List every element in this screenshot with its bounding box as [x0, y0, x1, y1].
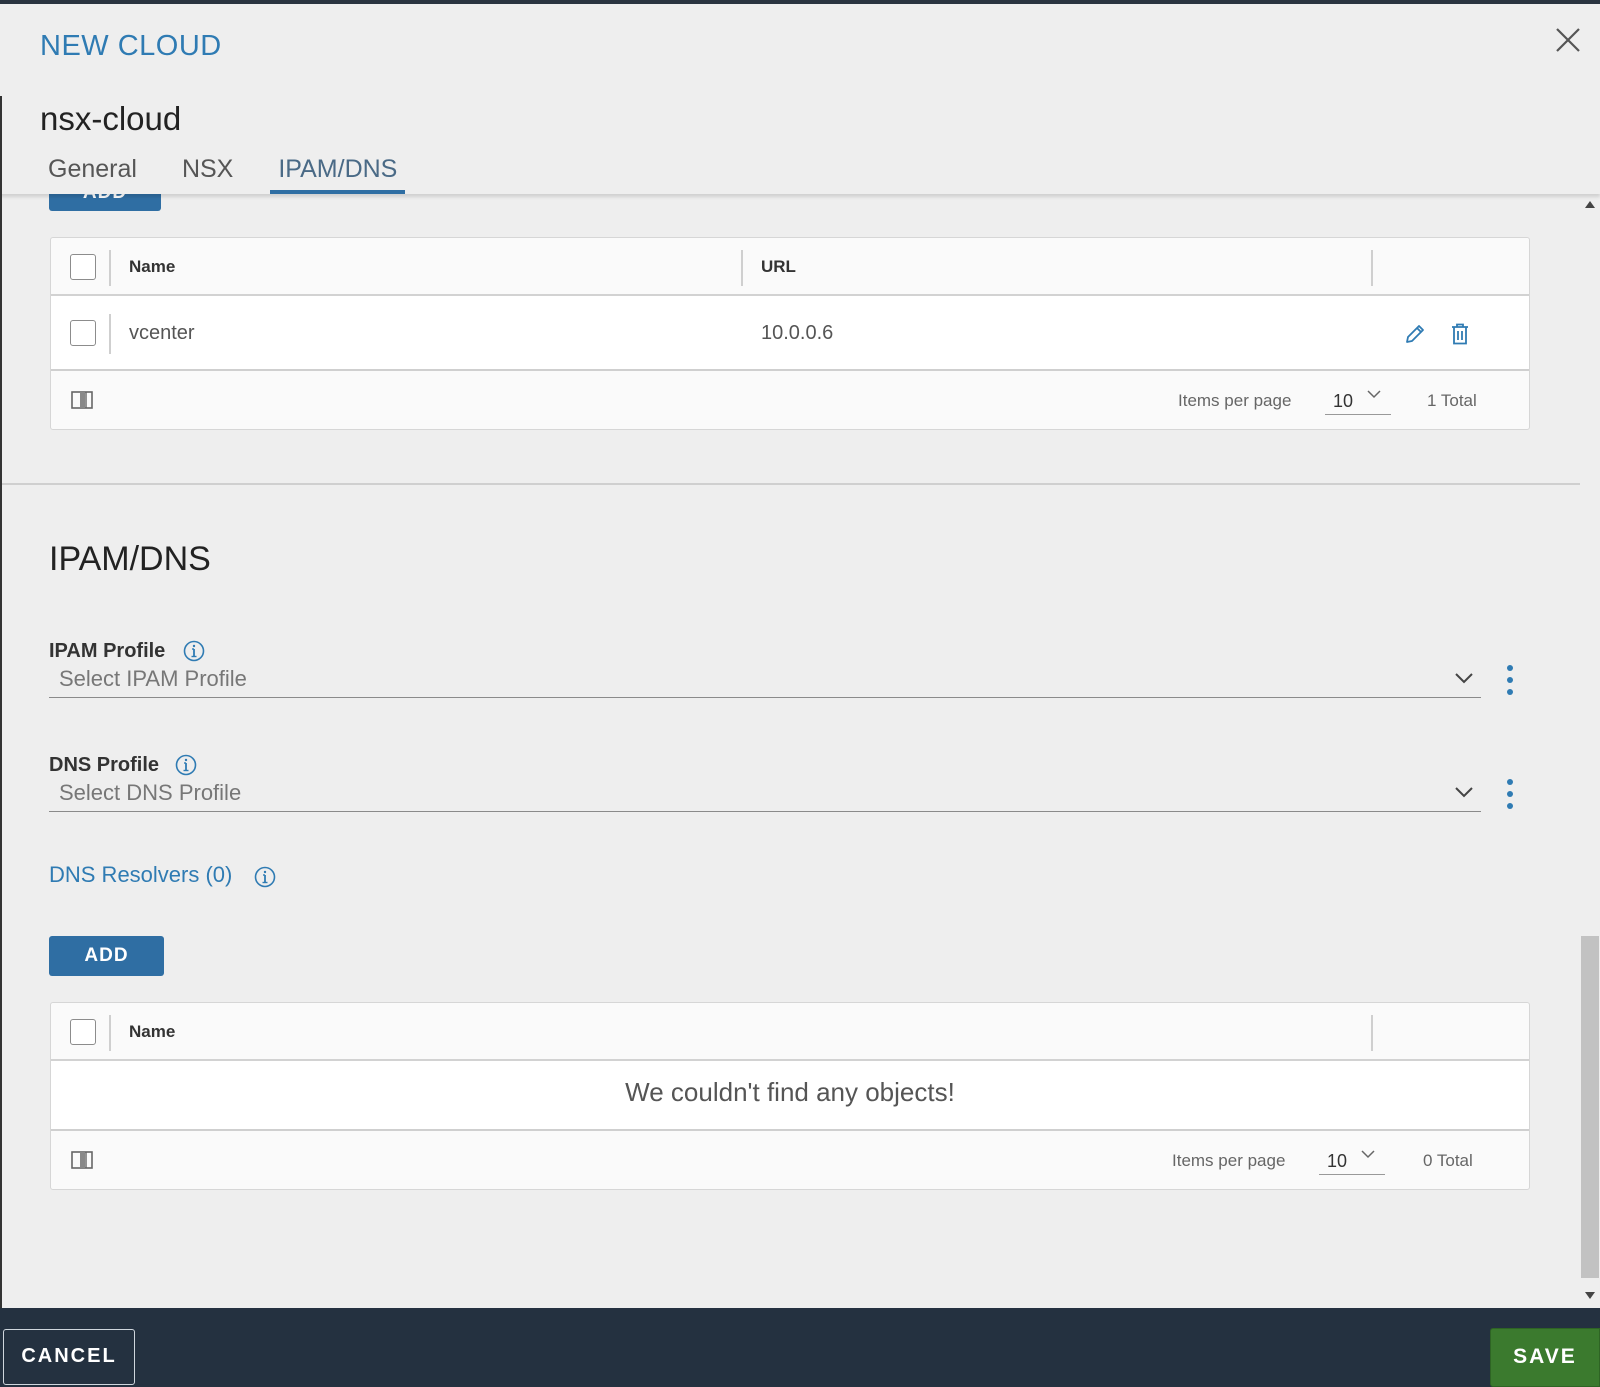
modal-header: NEW CLOUD nsx-cloud General NSX IPAM/DNS: [0, 4, 1600, 194]
ipam-profile-placeholder: Select IPAM Profile: [59, 666, 247, 691]
tab-general[interactable]: General: [40, 154, 145, 194]
chevron-down-icon: [1367, 390, 1381, 399]
row-url: 10.0.0.6: [761, 322, 834, 344]
chevron-down-icon: [1455, 787, 1473, 798]
select-all-checkbox[interactable]: [70, 1019, 96, 1045]
grid-header: Name: [51, 1003, 1529, 1061]
column-separator: [109, 314, 111, 354]
column-separator: [109, 1015, 111, 1051]
column-separator[interactable]: [741, 250, 743, 286]
row-checkbox[interactable]: [70, 320, 96, 346]
column-toggle-icon[interactable]: [71, 391, 93, 409]
cloud-name: nsx-cloud: [40, 100, 182, 137]
modal-body[interactable]: ADD Name URL vcenter 10.0.0.6: [0, 194, 1580, 1308]
modal-footer: CANCEL SAVE: [0, 1308, 1600, 1387]
column-header-name[interactable]: Name: [129, 1022, 175, 1042]
modal-title: NEW CLOUD: [40, 30, 222, 62]
grid-footer: Items per page 10 0 Total: [51, 1131, 1529, 1189]
column-separator[interactable]: [1371, 250, 1373, 286]
tab-bar: General NSX IPAM/DNS: [40, 154, 434, 194]
total-count: 0 Total: [1423, 1151, 1473, 1170]
edit-icon[interactable]: [1403, 322, 1427, 346]
section-title-ipam-dns: IPAM/DNS: [49, 540, 211, 578]
dns-profile-placeholder: Select DNS Profile: [59, 780, 242, 805]
close-icon[interactable]: [1552, 24, 1584, 56]
section-divider: [0, 483, 1580, 485]
info-icon[interactable]: [183, 640, 205, 662]
dns-profile-select[interactable]: Select DNS Profile: [49, 774, 1481, 812]
add-dns-resolver-button[interactable]: ADD: [49, 936, 164, 976]
table-row: vcenter 10.0.0.6: [51, 296, 1529, 371]
items-per-page-label: Items per page: [1178, 391, 1292, 410]
items-per-page-select[interactable]: 10: [1319, 1145, 1385, 1175]
add-vcenter-button[interactable]: ADD: [49, 194, 161, 211]
left-border: [0, 96, 2, 1308]
column-separator[interactable]: [1371, 1015, 1373, 1051]
vcenter-grid: Name URL vcenter 10.0.0.6 Items per page: [50, 237, 1530, 430]
column-toggle-icon[interactable]: [71, 1151, 93, 1169]
chevron-down-icon: [1455, 673, 1473, 684]
column-header-url[interactable]: URL: [761, 257, 796, 277]
scrollbar-thumb[interactable]: [1581, 936, 1599, 1278]
info-icon[interactable]: [175, 754, 197, 776]
select-all-checkbox[interactable]: [70, 254, 96, 280]
column-header-name[interactable]: Name: [129, 257, 175, 277]
row-name: vcenter: [129, 322, 195, 344]
dns-resolvers-grid: Name We couldn't find any objects! Items…: [50, 1002, 1530, 1190]
save-button[interactable]: SAVE: [1490, 1328, 1600, 1387]
grid-header: Name URL: [51, 238, 1529, 296]
info-icon[interactable]: [254, 866, 276, 888]
dns-profile-menu-icon[interactable]: [1500, 774, 1520, 814]
total-count: 1 Total: [1427, 391, 1477, 410]
items-per-page-value: 10: [1333, 391, 1354, 411]
empty-message: We couldn't find any objects!: [625, 1077, 955, 1107]
chevron-down-icon: [1361, 1150, 1375, 1159]
column-separator: [109, 250, 111, 286]
tab-nsx[interactable]: NSX: [174, 154, 241, 194]
ipam-profile-menu-icon[interactable]: [1500, 660, 1520, 700]
tab-ipam-dns[interactable]: IPAM/DNS: [270, 154, 406, 194]
items-per-page-label: Items per page: [1172, 1151, 1286, 1170]
items-per-page-value: 10: [1327, 1151, 1348, 1171]
scroll-down-arrow-icon[interactable]: [1585, 1292, 1595, 1300]
items-per-page-select[interactable]: 10: [1325, 385, 1391, 415]
scroll-up-arrow-icon[interactable]: [1585, 200, 1595, 208]
grid-footer: Items per page 10 1 Total: [51, 371, 1529, 429]
dns-resolvers-title: DNS Resolvers (0): [49, 862, 233, 887]
cancel-button[interactable]: CANCEL: [3, 1329, 135, 1385]
ipam-profile-select[interactable]: Select IPAM Profile: [49, 660, 1481, 698]
empty-placeholder-row: We couldn't find any objects!: [51, 1061, 1529, 1131]
delete-icon[interactable]: [1449, 322, 1471, 346]
